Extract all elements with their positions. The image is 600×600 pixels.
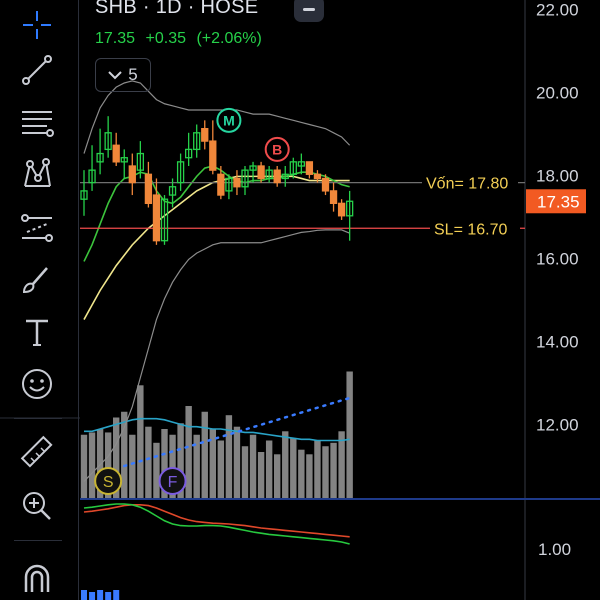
volume-bar xyxy=(314,440,321,498)
candle-body xyxy=(152,194,161,242)
candle-body xyxy=(209,140,217,171)
last-price-value: 17.35 xyxy=(95,30,136,47)
volume-bar xyxy=(80,434,88,498)
volume-bar xyxy=(322,446,329,498)
candle-body xyxy=(305,161,314,175)
volume-bar xyxy=(225,415,233,498)
chevron-down-icon xyxy=(108,71,122,80)
volume-bar xyxy=(257,452,265,498)
osc-histogram-bar xyxy=(113,590,120,600)
volume-bar xyxy=(290,438,297,498)
indicators-toggle-button[interactable]: 5 xyxy=(95,58,151,92)
volume-bar xyxy=(145,426,152,498)
volume-bar xyxy=(306,454,313,498)
candle-body xyxy=(144,173,153,205)
volume-bar xyxy=(233,426,241,498)
osc-histogram-bar xyxy=(105,592,112,600)
candle-body xyxy=(321,177,330,192)
ma-slow-line xyxy=(83,175,350,320)
oscillator-red-line xyxy=(83,503,350,538)
price-tick-label: 20.00 xyxy=(536,83,579,102)
volume-bar xyxy=(137,385,144,498)
volume-bar xyxy=(217,440,225,498)
volume-bar xyxy=(201,411,208,498)
volume-marker-label: S xyxy=(103,474,114,491)
quote-line: 17.35 +0.35 (+2.06%) xyxy=(95,30,268,48)
volume-bar xyxy=(241,446,249,498)
signal-marker-label: M xyxy=(223,112,235,128)
volume-bar xyxy=(274,454,281,498)
osc-histogram-bar xyxy=(89,592,96,600)
volume-bar xyxy=(185,406,192,498)
osc-histogram-bar xyxy=(81,590,87,600)
stop-loss-label: SL= 16.70 xyxy=(434,221,508,238)
volume-bar xyxy=(129,434,136,498)
last-price-tag-text: 17.35 xyxy=(537,192,580,211)
price-tick-label: 22.00 xyxy=(536,0,579,19)
price-chart[interactable]: 22.00 20.00 18.00 16.00 14.00 12.00 1.00 Vốn= 1… xyxy=(0,0,600,600)
price-tick-label: 18.00 xyxy=(536,166,579,185)
minus-icon xyxy=(303,7,315,11)
osc-histogram-bar xyxy=(97,590,104,600)
volume-bar xyxy=(330,442,337,498)
volume-bar xyxy=(338,431,345,498)
candle-body xyxy=(128,165,136,184)
change-percent: (+2.06%) xyxy=(196,30,262,47)
candle-body xyxy=(112,144,120,163)
volume-bar xyxy=(153,442,160,498)
collapse-legend-button[interactable] xyxy=(294,0,324,22)
candle-body xyxy=(329,190,338,204)
volume-bar xyxy=(88,432,96,498)
candle-body xyxy=(233,177,241,188)
price-tick-label: 12.00 xyxy=(536,415,579,434)
candle-body xyxy=(201,127,209,142)
price-tick-label: 16.00 xyxy=(536,249,579,268)
osc-tick-label: 1.00 xyxy=(538,540,571,559)
candle-body xyxy=(273,169,281,184)
symbol-title: SHB · 1D · HOSE xyxy=(95,0,259,18)
signal-marker-label: B xyxy=(272,141,282,157)
symbol-legend[interactable]: SHB · 1D · HOSE xyxy=(95,0,258,19)
volume-bar xyxy=(265,440,273,498)
candle-body xyxy=(217,173,225,196)
volume-bar xyxy=(121,411,128,498)
change-value: +0.35 xyxy=(145,30,186,47)
price-tick-label: 14.00 xyxy=(536,332,579,351)
indicators-count: 5 xyxy=(128,65,138,84)
candle-body xyxy=(337,202,346,217)
volume-bar xyxy=(346,371,353,498)
volume-bar xyxy=(249,434,257,498)
entry-line-label: Vốn= 17.80 xyxy=(426,176,508,193)
candle-body xyxy=(313,173,322,180)
volume-bar xyxy=(298,449,305,498)
volume-marker-label: F xyxy=(168,474,178,491)
candle-body xyxy=(257,165,265,180)
volume-bar xyxy=(282,431,289,498)
